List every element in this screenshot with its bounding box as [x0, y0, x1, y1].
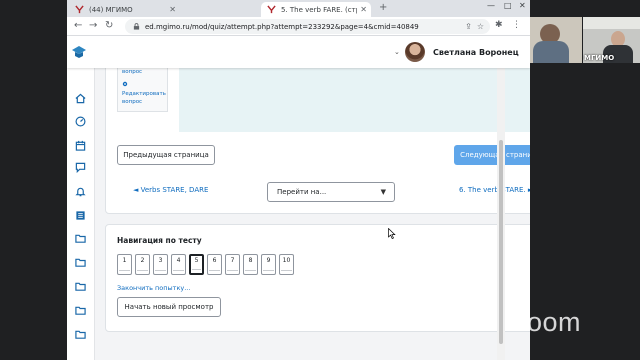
edit-question-link-cont[interactable]: вопрос — [122, 98, 142, 106]
jump-to-select[interactable]: Перейти на... ▼ — [267, 182, 395, 202]
tab-label: (44) МГИМО — [89, 5, 133, 14]
chevron-down-icon[interactable]: ⌄ — [394, 48, 400, 56]
close-window-button[interactable]: ✕ — [519, 1, 526, 10]
left-drawer — [67, 68, 95, 360]
folder-icon[interactable] — [75, 257, 86, 268]
participant-name: МГИМО — [584, 54, 615, 62]
bookmark-star-icon[interactable]: ☆ — [477, 22, 484, 31]
browser-tab-quiz[interactable]: 5. The verb FARE. (страница 5 из ✕ — [261, 2, 371, 17]
screen: (44) МГИМО ✕ 5. The verb FARE. (страница… — [0, 0, 640, 360]
question-button-4[interactable]: 4 — [171, 254, 186, 275]
next-activity-link[interactable]: 6. The verb STARE. ► — [459, 186, 530, 194]
folder-icon[interactable] — [75, 233, 86, 244]
cog-icon — [122, 81, 128, 87]
reload-icon[interactable]: ↻ — [105, 20, 113, 32]
mouse-cursor-icon — [388, 228, 396, 239]
participant-wall — [583, 17, 640, 29]
extensions-icon[interactable]: ✱ — [495, 20, 503, 30]
folder-icon[interactable] — [75, 329, 86, 340]
browser-toolbar: ← → ↻ ed.mgimo.ru/mod/quiz/attempt.php?a… — [67, 17, 530, 36]
folder-icon[interactable] — [75, 305, 86, 316]
caret-down-icon: ▼ — [380, 188, 386, 196]
tab-label: 5. The verb FARE. (страница 5 из — [281, 5, 357, 14]
question-button-1[interactable]: 1 — [117, 254, 132, 275]
previous-activity-link[interactable]: ◄ Verbs STARE, DARE — [133, 186, 208, 194]
question-button-5-current[interactable]: 5 — [189, 254, 204, 275]
question-button-7[interactable]: 7 — [225, 254, 240, 275]
address-bar[interactable]: ed.mgimo.ru/mod/quiz/attempt.php?attempt… — [125, 19, 490, 34]
zoom-logo: zoom — [513, 307, 582, 337]
browser-tab-strip: (44) МГИМО ✕ 5. The verb FARE. (страница… — [67, 0, 530, 17]
start-new-preview-button[interactable]: Начать новый просмотр — [117, 297, 221, 317]
back-arrow-icon[interactable]: ← — [74, 20, 82, 32]
scrollbar-thumb[interactable] — [499, 140, 503, 344]
question-button-8[interactable]: 8 — [243, 254, 258, 275]
browser-tab-mgimo[interactable]: (44) МГИМО ✕ — [75, 2, 180, 17]
question-button-10[interactable]: 10 — [279, 254, 294, 275]
participant-video-1[interactable] — [530, 17, 582, 63]
mgimo-favicon-icon — [267, 5, 276, 14]
question-button-2[interactable]: 2 — [135, 254, 150, 275]
new-tab-button[interactable]: + — [379, 2, 387, 13]
folder-icon[interactable] — [75, 281, 86, 292]
user-name[interactable]: Светлана Воронец — [433, 48, 519, 57]
mgimo-favicon-icon — [75, 5, 84, 14]
question-button-3[interactable]: 3 — [153, 254, 168, 275]
minimize-button[interactable]: — — [487, 1, 495, 10]
lock-icon — [133, 23, 140, 30]
menu-dots-icon[interactable]: ⋮ — [512, 20, 521, 30]
previous-page-button[interactable]: Предыдущая страница — [117, 145, 215, 165]
tab-close-icon[interactable]: ✕ — [169, 5, 176, 14]
edit-question-link[interactable]: Редактировать — [122, 90, 166, 98]
dashboard-icon[interactable] — [75, 116, 86, 127]
moodle-page: ⌄ Светлана Воронец вопрос Редактировать … — [67, 36, 530, 360]
site-logo-icon[interactable] — [72, 46, 86, 58]
calendar-icon[interactable] — [75, 140, 86, 151]
messages-icon[interactable] — [75, 162, 86, 173]
question-info-link[interactable]: вопрос — [122, 68, 142, 76]
forward-arrow-icon[interactable]: → — [89, 20, 97, 32]
question-button-6[interactable]: 6 — [207, 254, 222, 275]
finish-attempt-link[interactable]: Закончить попытку... — [117, 284, 190, 292]
notifications-icon[interactable] — [75, 186, 86, 197]
top-navbar: ⌄ Светлана Воронец — [67, 36, 530, 68]
participant-video-2[interactable]: МГИМО — [583, 17, 640, 63]
question-button-9[interactable]: 9 — [261, 254, 276, 275]
quiz-navigation-block: Навигация по тесту 1 2 3 4 5 6 7 8 9 10 … — [105, 224, 530, 332]
maximize-button[interactable]: □ — [504, 1, 512, 10]
library-icon[interactable] — [75, 210, 86, 221]
share-icon[interactable]: ⇪ — [465, 22, 472, 31]
participant-body — [533, 41, 569, 63]
url-text: ed.mgimo.ru/mod/quiz/attempt.php?attempt… — [145, 22, 419, 31]
next-page-button[interactable]: Следующая страница — [454, 145, 530, 165]
quiz-navigation-title: Навигация по тесту — [117, 236, 202, 245]
tab-close-icon[interactable]: ✕ — [360, 5, 367, 14]
jump-to-value: Перейти на... — [277, 188, 327, 196]
home-icon[interactable] — [75, 93, 86, 104]
avatar[interactable] — [405, 42, 425, 62]
